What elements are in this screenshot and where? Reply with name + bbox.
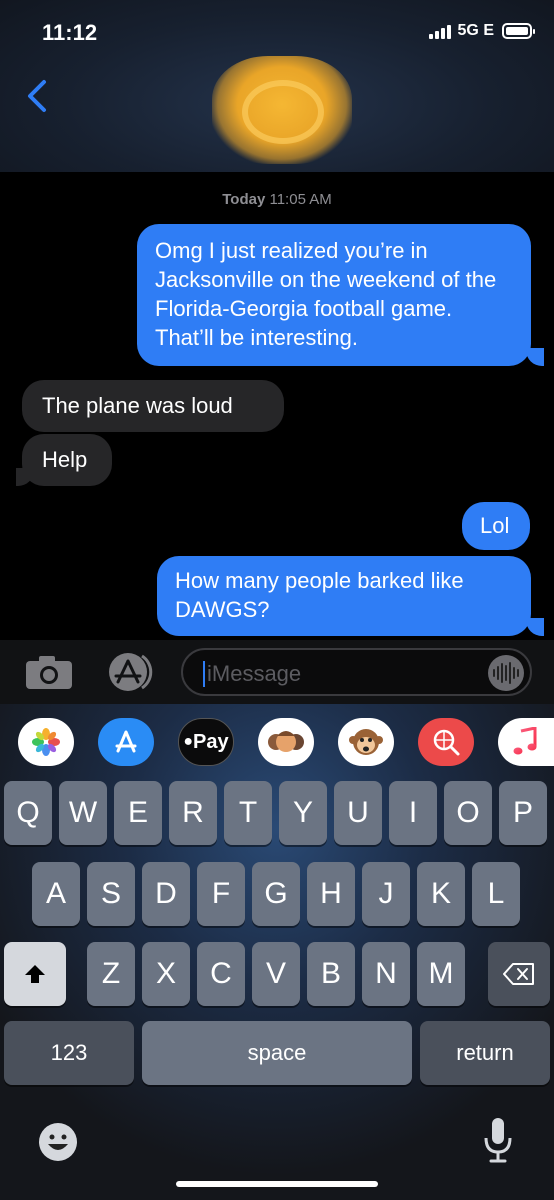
message-input[interactable]: iMessage bbox=[181, 648, 532, 696]
message-placeholder: iMessage bbox=[207, 661, 302, 686]
microphone-icon[interactable] bbox=[482, 1116, 514, 1164]
key-n[interactable]: N bbox=[362, 942, 410, 1006]
music-note-icon[interactable] bbox=[498, 718, 554, 766]
bubble-tail bbox=[16, 468, 34, 486]
message-bubble-outgoing[interactable]: Omg I just realized you’re in Jacksonvil… bbox=[137, 224, 531, 366]
key-x[interactable]: X bbox=[142, 942, 190, 1006]
key-q[interactable]: Q bbox=[4, 781, 52, 845]
bubble-tail bbox=[526, 618, 544, 636]
timestamp-day: Today bbox=[222, 191, 266, 208]
message-bubble-incoming[interactable]: The plane was loud bbox=[22, 380, 284, 432]
key-c[interactable]: C bbox=[197, 942, 245, 1006]
app-store-icon[interactable] bbox=[102, 652, 158, 692]
key-u[interactable]: U bbox=[334, 781, 382, 845]
key-a[interactable]: A bbox=[32, 862, 80, 926]
key-i[interactable]: I bbox=[389, 781, 437, 845]
shift-arrow-icon[interactable] bbox=[4, 942, 66, 1006]
timestamp-time: 11:05 AM bbox=[269, 191, 332, 208]
signal-icon bbox=[428, 23, 451, 39]
apple-pay-label: Pay bbox=[193, 730, 229, 753]
key-s[interactable]: S bbox=[87, 862, 135, 926]
contact-avatar[interactable] bbox=[212, 56, 352, 164]
key-o[interactable]: O bbox=[444, 781, 492, 845]
emoji-icon[interactable] bbox=[38, 1122, 78, 1162]
message-bubble-outgoing[interactable]: How many people barked like DAWGS? bbox=[157, 556, 531, 636]
apple-logo-icon: ● bbox=[183, 733, 194, 750]
key-z[interactable]: Z bbox=[87, 942, 135, 1006]
key-t[interactable]: T bbox=[224, 781, 272, 845]
monkey-icon[interactable] bbox=[338, 718, 394, 766]
key-h[interactable]: H bbox=[307, 862, 355, 926]
key-p[interactable]: P bbox=[499, 781, 547, 845]
status-time: 11:12 bbox=[42, 20, 98, 45]
backspace-icon[interactable] bbox=[488, 942, 550, 1006]
key-m[interactable]: M bbox=[417, 942, 465, 1006]
photos-icon[interactable] bbox=[18, 718, 74, 766]
app-drawer: ● Pay bbox=[0, 714, 554, 770]
key-d[interactable]: D bbox=[142, 862, 190, 926]
camera-icon[interactable] bbox=[24, 654, 74, 690]
key-e[interactable]: E bbox=[114, 781, 162, 845]
apple-pay-icon[interactable]: ● Pay bbox=[178, 718, 234, 766]
globe-search-icon[interactable] bbox=[418, 718, 474, 766]
numbers-key[interactable]: 123 bbox=[4, 1021, 134, 1085]
return-key[interactable]: return bbox=[420, 1021, 550, 1085]
message-bubble-outgoing[interactable]: Lol bbox=[462, 502, 530, 550]
home-indicator[interactable] bbox=[176, 1181, 378, 1187]
key-r[interactable]: R bbox=[169, 781, 217, 845]
memoji-icon[interactable] bbox=[258, 718, 314, 766]
key-l[interactable]: L bbox=[472, 862, 520, 926]
key-w[interactable]: W bbox=[59, 781, 107, 845]
message-timestamp: Today 11:05 AM bbox=[0, 191, 554, 208]
key-j[interactable]: J bbox=[362, 862, 410, 926]
network-type: 5G E bbox=[457, 22, 494, 39]
text-caret bbox=[203, 661, 205, 687]
key-b[interactable]: B bbox=[307, 942, 355, 1006]
chevron-left-icon[interactable] bbox=[20, 76, 60, 116]
space-key[interactable]: space bbox=[142, 1021, 412, 1085]
key-g[interactable]: G bbox=[252, 862, 300, 926]
key-v[interactable]: V bbox=[252, 942, 300, 1006]
battery-icon bbox=[502, 23, 535, 39]
key-f[interactable]: F bbox=[197, 862, 245, 926]
conversation-header: 11:12 5G E bbox=[0, 0, 554, 172]
key-k[interactable]: K bbox=[417, 862, 465, 926]
app-store-icon[interactable] bbox=[98, 718, 154, 766]
message-bubble-incoming[interactable]: Help bbox=[22, 434, 112, 486]
audio-waveform-icon[interactable] bbox=[488, 655, 524, 691]
bubble-tail bbox=[526, 348, 544, 366]
status-indicators: 5G E bbox=[428, 22, 535, 40]
key-y[interactable]: Y bbox=[279, 781, 327, 845]
